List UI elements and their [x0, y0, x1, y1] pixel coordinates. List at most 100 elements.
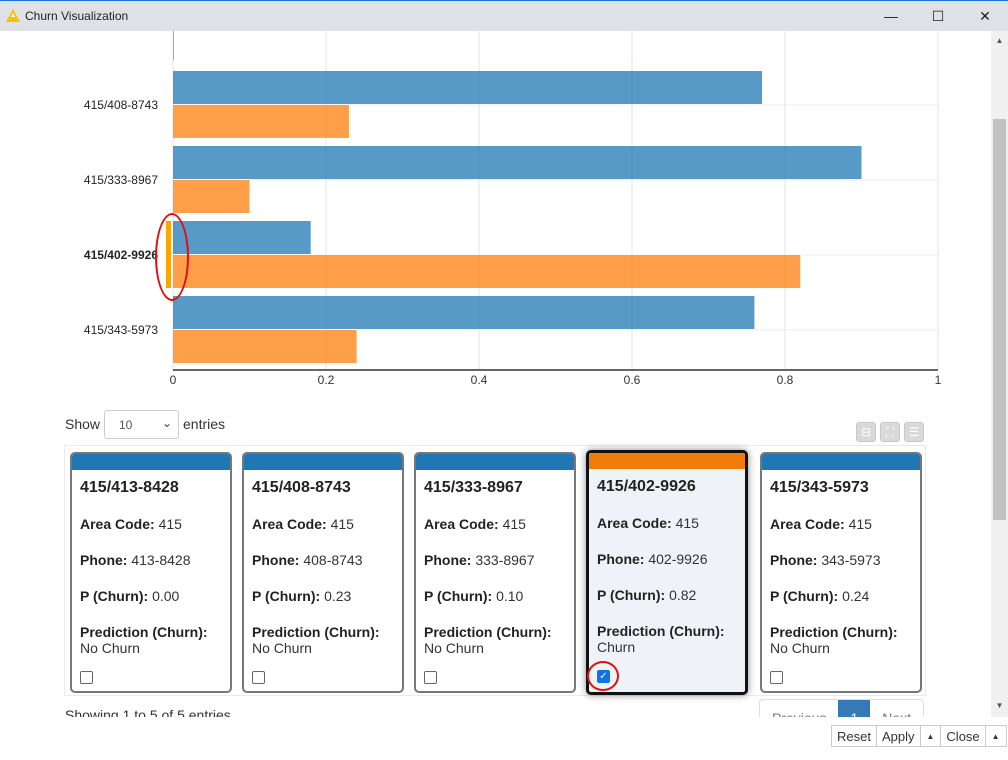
x-tick-label: 0.2 [318, 373, 335, 387]
p-churn-value: 0.10 [496, 588, 524, 604]
customer-card[interactable]: 415/333-8967 Area Code: 415 Phone: 333-8… [414, 452, 576, 693]
area-code-field: Area Code: 415 [597, 515, 699, 531]
customer-card[interactable]: 415/413-8428 Area Code: 415 Phone: 413-8… [70, 452, 232, 693]
close-button[interactable]: Close [940, 725, 986, 747]
prediction-value: No Churn [252, 640, 312, 656]
area-code-field: Area Code: 415 [424, 516, 526, 532]
close-menu-icon[interactable]: ▲ [984, 725, 1007, 747]
p-churn-value: 0.23 [324, 588, 352, 604]
title-bar: Churn Visualization — ☐ ✕ [0, 0, 1008, 31]
phone-field: Phone: 402-9926 [597, 551, 708, 567]
area-code-value: 415 [848, 516, 872, 532]
category-label: 415/408-8743 [84, 98, 158, 112]
scrollbar-thumb[interactable] [993, 119, 1006, 520]
x-tick-label: 0 [170, 373, 177, 387]
phone-label: Phone: [80, 552, 128, 568]
area-code-value: 415 [502, 516, 526, 532]
phone-value: 413-8428 [131, 552, 191, 568]
prediction-label: Prediction (Churn): [252, 624, 380, 640]
prediction-label: Prediction (Churn): [424, 624, 552, 640]
card-title: 415/333-8967 [424, 479, 523, 496]
bar-no-churn [173, 221, 311, 254]
fullscreen-icon[interactable]: ⛶ [880, 422, 900, 442]
p-churn-field: P (Churn): 0.00 [80, 588, 179, 604]
apply-button[interactable]: Apply [875, 725, 921, 747]
prediction-label: Prediction (Churn): [80, 624, 208, 640]
card-header-bar [416, 454, 574, 470]
prediction-value: Churn [597, 639, 636, 655]
card-gallery: 415/413-8428 Area Code: 415 Phone: 413-8… [64, 445, 926, 696]
dialog-buttons: Reset Apply ▲ Close ▲ [0, 717, 1008, 760]
menu-icon[interactable]: ☰ [904, 422, 924, 442]
phone-field: Phone: 333-8967 [424, 552, 535, 568]
p-churn-value: 0.24 [842, 588, 870, 604]
p-churn-field: P (Churn): 0.23 [252, 588, 351, 604]
minimize-button[interactable]: — [868, 1, 914, 31]
apply-menu-icon[interactable]: ▲ [919, 725, 942, 747]
bar-churn [173, 255, 801, 288]
churn-bar-chart: 415/413-8428 415/408-8743 415/333-8967 415/… [84, 31, 942, 387]
prediction-value: No Churn [770, 640, 830, 656]
select-checkbox[interactable] [80, 671, 93, 684]
card-header-bar [244, 454, 402, 470]
reset-button[interactable]: Reset [831, 725, 877, 747]
bar-no-churn [173, 296, 755, 329]
p-churn-field: P (Churn): 0.82 [597, 587, 696, 603]
customer-card[interactable]: 415/408-8743 Area Code: 415 Phone: 408-8… [242, 452, 404, 693]
prediction-field: Prediction (Churn): No Churn [252, 624, 380, 656]
p-churn-label: P (Churn): [597, 587, 666, 603]
window-title: Churn Visualization [25, 9, 129, 23]
phone-field: Phone: 413-8428 [80, 552, 191, 568]
p-churn-label: P (Churn): [424, 588, 493, 604]
collapse-icon[interactable]: ⊟ [856, 422, 876, 442]
p-churn-label: P (Churn): [252, 588, 321, 604]
x-tick-label: 1 [935, 373, 942, 387]
p-churn-value: 0.82 [669, 587, 697, 603]
area-code-field: Area Code: 415 [252, 516, 354, 532]
annotation-circle [155, 213, 189, 301]
card-title: 415/408-8743 [252, 479, 351, 496]
app-logo-icon [6, 9, 20, 22]
p-churn-label: P (Churn): [80, 588, 149, 604]
area-code-label: Area Code: [424, 516, 499, 532]
entries-label: entries [183, 416, 226, 432]
phone-field: Phone: 343-5973 [770, 552, 881, 568]
card-header-bar [762, 454, 920, 470]
card-header-bar [72, 454, 230, 470]
customer-card[interactable]: 415/343-5973 Area Code: 415 Phone: 343-5… [760, 452, 922, 693]
bar-no-churn [173, 146, 862, 179]
card-header-bar [589, 453, 745, 469]
maximize-button[interactable]: ☐ [915, 1, 961, 31]
scroll-up-icon[interactable]: ▲ [991, 34, 1008, 48]
area-code-field: Area Code: 415 [770, 516, 872, 532]
scroll-down-icon[interactable]: ▼ [991, 699, 1008, 713]
prediction-value: No Churn [424, 640, 484, 656]
customer-card[interactable]: 415/402-9926 Area Code: 415 Phone: 402-9… [586, 450, 748, 695]
prediction-label: Prediction (Churn): [770, 624, 898, 640]
prediction-label: Prediction (Churn): [597, 623, 725, 639]
bar-churn [173, 180, 250, 213]
p-churn-field: P (Churn): 0.24 [770, 588, 869, 604]
vertical-scrollbar[interactable]: ▲ ▼ [991, 31, 1008, 717]
view-toolbar: ⊟ ⛶ ☰ [856, 422, 924, 442]
select-checkbox[interactable] [252, 671, 265, 684]
bar-churn [173, 105, 349, 138]
prediction-field: Prediction (Churn): No Churn [770, 624, 898, 656]
phone-label: Phone: [252, 552, 300, 568]
bar-no-churn [173, 71, 763, 104]
entries-select[interactable]: 10 ⌄ [104, 410, 179, 439]
phone-value: 402-9926 [648, 551, 708, 567]
area-code-label: Area Code: [80, 516, 155, 532]
chevron-down-icon: ⌄ [161, 416, 172, 430]
phone-label: Phone: [424, 552, 472, 568]
close-window-button[interactable]: ✕ [962, 1, 1008, 31]
p-churn-label: P (Churn): [770, 588, 839, 604]
select-checkbox[interactable] [424, 671, 437, 684]
phone-label: Phone: [597, 551, 645, 567]
phone-value: 333-8967 [475, 552, 535, 568]
prediction-value: No Churn [80, 640, 140, 656]
entries-value: 10 [119, 418, 133, 432]
card-title: 415/402-9926 [597, 478, 696, 495]
area-code-field: Area Code: 415 [80, 516, 182, 532]
select-checkbox[interactable] [770, 671, 783, 684]
